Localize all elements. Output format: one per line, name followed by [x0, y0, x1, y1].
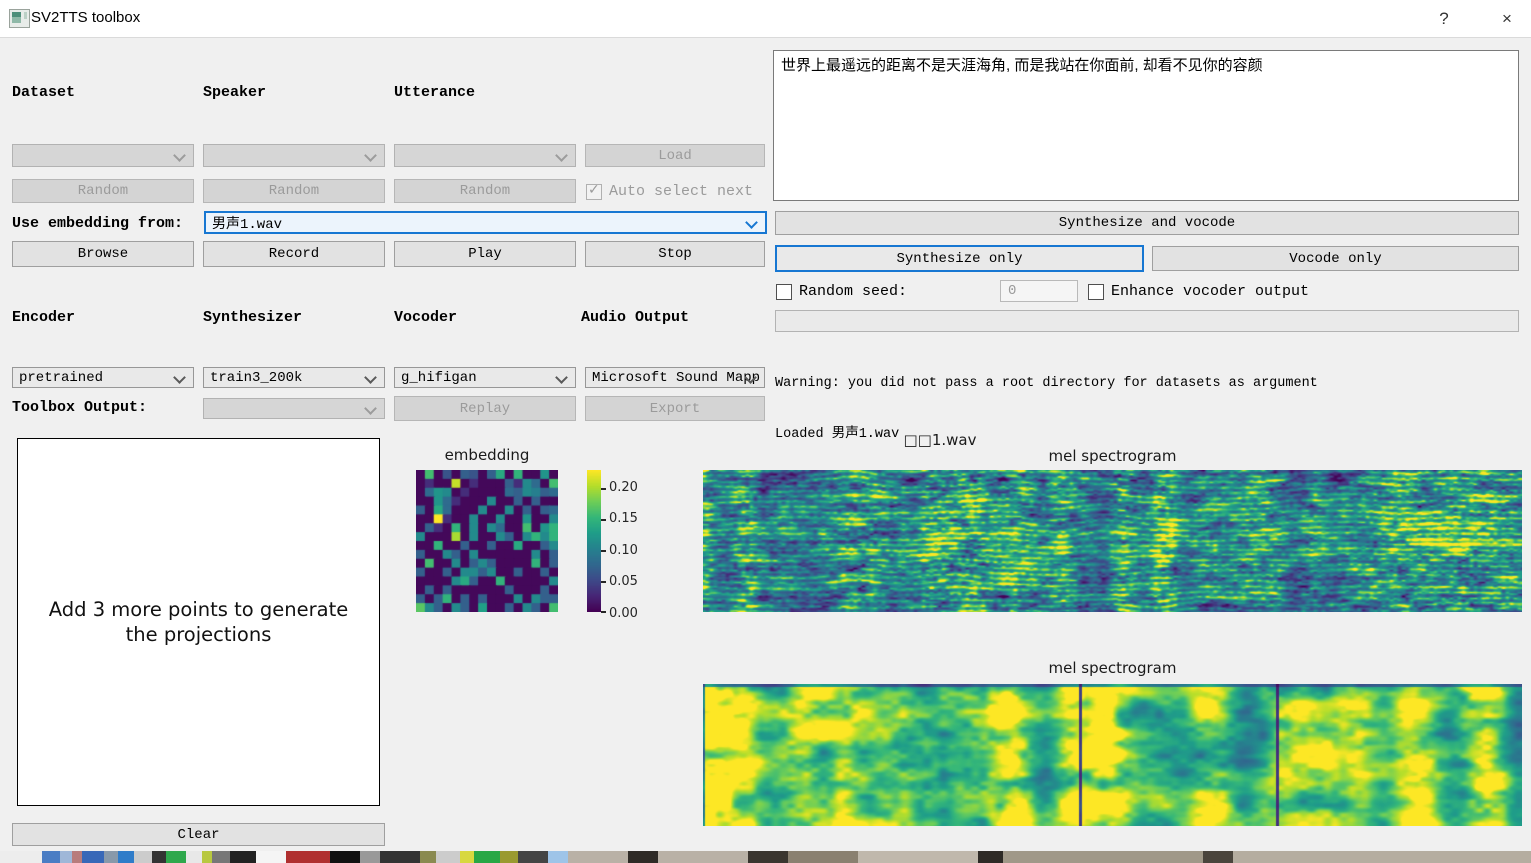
projections-placeholder-text: Add 3 more points to generate the projec…: [49, 597, 349, 647]
chevron-down-icon: [555, 149, 568, 162]
colorbar-tick-label: 0.20: [609, 480, 638, 495]
colorbar-tick: [601, 611, 606, 613]
chevron-down-icon: [364, 402, 377, 415]
synthesize-and-vocode-button[interactable]: Synthesize and vocode: [775, 211, 1519, 235]
vocode-only-button[interactable]: Vocode only: [1152, 246, 1519, 271]
target-mel-title: mel spectrogram: [1042, 447, 1183, 465]
embedding-colorbar: [587, 470, 601, 612]
synth-mel-title: mel spectrogram: [1042, 659, 1183, 677]
chevron-down-icon: [364, 149, 377, 162]
colorbar-tick-label: 0.00: [609, 606, 638, 621]
umap-projections-panel: Add 3 more points to generate the projec…: [17, 438, 380, 806]
colorbar-tick-label: 0.05: [609, 574, 638, 589]
play-button[interactable]: Play: [394, 241, 576, 267]
random-utterance-button[interactable]: Random: [394, 179, 576, 203]
toolbox-output-select[interactable]: [203, 398, 385, 419]
colorbar-tick: [601, 550, 606, 552]
target-mel-spectrogram: [703, 470, 1522, 612]
audio-output-value: Microsoft Sound Mapp: [592, 370, 760, 386]
synthesized-mel-spectrogram: [703, 684, 1522, 826]
embedding-source-value: 男声1.wav: [212, 213, 282, 233]
load-button[interactable]: Load: [585, 144, 765, 167]
auto-select-next-label: Auto select next: [609, 183, 753, 200]
dataset-select[interactable]: [12, 144, 194, 167]
vocoder-value: g_hifigan: [401, 370, 477, 386]
encoder-select[interactable]: pretrained: [12, 367, 194, 388]
chevron-down-icon: [555, 371, 568, 384]
log-line: Warning: you did not pass a root directo…: [775, 375, 1525, 392]
random-seed-checkbox[interactable]: Random seed:: [776, 283, 907, 300]
colorbar-tick: [601, 581, 606, 583]
colorbar-tick: [601, 519, 606, 521]
utterance-select[interactable]: [394, 144, 576, 167]
seed-spinbox[interactable]: 0: [1000, 280, 1078, 302]
stop-button[interactable]: Stop: [585, 241, 765, 267]
speaker-label: Speaker: [203, 84, 266, 101]
synthesizer-value: train3_200k: [210, 370, 302, 386]
use-embedding-from-label: Use embedding from:: [12, 215, 183, 232]
vocoder-label: Vocoder: [394, 309, 457, 326]
text-prompt-input[interactable]: 世界上最遥远的距离不是天涯海角, 而是我站在你面前, 却看不见你的容颜: [773, 50, 1519, 201]
embedding-source-select[interactable]: 男声1.wav: [204, 211, 767, 234]
random-speaker-button[interactable]: Random: [203, 179, 385, 203]
encoder-value: pretrained: [19, 370, 103, 386]
close-button[interactable]: ×: [1484, 0, 1530, 37]
chevron-down-icon: [173, 149, 186, 162]
checkmark-icon: ✓: [588, 182, 600, 198]
auto-select-next-checkbox[interactable]: ✓ Auto select next: [586, 183, 753, 200]
toolbox-output-label: Toolbox Output:: [12, 399, 147, 416]
export-button[interactable]: Export: [585, 396, 765, 421]
window-title: SV2TTS toolbox: [31, 9, 140, 26]
record-button[interactable]: Record: [203, 241, 385, 267]
audio-output-select[interactable]: Microsoft Sound Mapp: [585, 367, 765, 388]
random-dataset-button[interactable]: Random: [12, 179, 194, 203]
wav-title: □□1.wav: [870, 431, 1010, 449]
utterance-label: Utterance: [394, 84, 475, 101]
random-seed-label: Random seed:: [799, 283, 907, 300]
checkbox-icon: [776, 284, 792, 300]
title-bar[interactable]: SV2TTS toolbox ? ×: [0, 0, 1531, 38]
help-button[interactable]: ?: [1421, 0, 1467, 37]
background-taskbar-strip: [0, 851, 1531, 863]
synthesize-only-button[interactable]: Synthesize only: [775, 245, 1144, 272]
speaker-select[interactable]: [203, 144, 385, 167]
chevron-down-icon: [364, 371, 377, 384]
embedding-plot-title: embedding: [416, 446, 558, 464]
chevron-down-icon: [173, 371, 186, 384]
chevron-down-icon: [745, 216, 758, 229]
synthesizer-select[interactable]: train3_200k: [203, 367, 385, 388]
checkbox-icon: ✓: [586, 184, 602, 200]
browse-button[interactable]: Browse: [12, 241, 194, 267]
embedding-heatmap: [416, 470, 558, 612]
colorbar-tick: [601, 488, 606, 490]
app-icon: [9, 9, 30, 28]
enhance-vocoder-checkbox[interactable]: Enhance vocoder output: [1088, 283, 1309, 300]
clear-button[interactable]: Clear: [12, 823, 385, 846]
enhance-vocoder-label: Enhance vocoder output: [1111, 283, 1309, 300]
synthesizer-label: Synthesizer: [203, 309, 302, 326]
colorbar-tick-label: 0.15: [609, 511, 638, 526]
audio-output-label: Audio Output: [581, 309, 689, 326]
replay-button[interactable]: Replay: [394, 396, 576, 421]
colorbar-tick-label: 0.10: [609, 543, 638, 558]
vocoder-select[interactable]: g_hifigan: [394, 367, 576, 388]
dataset-label: Dataset: [12, 84, 75, 101]
encoder-label: Encoder: [12, 309, 75, 326]
progress-bar: [775, 310, 1519, 332]
checkbox-icon: [1088, 284, 1104, 300]
